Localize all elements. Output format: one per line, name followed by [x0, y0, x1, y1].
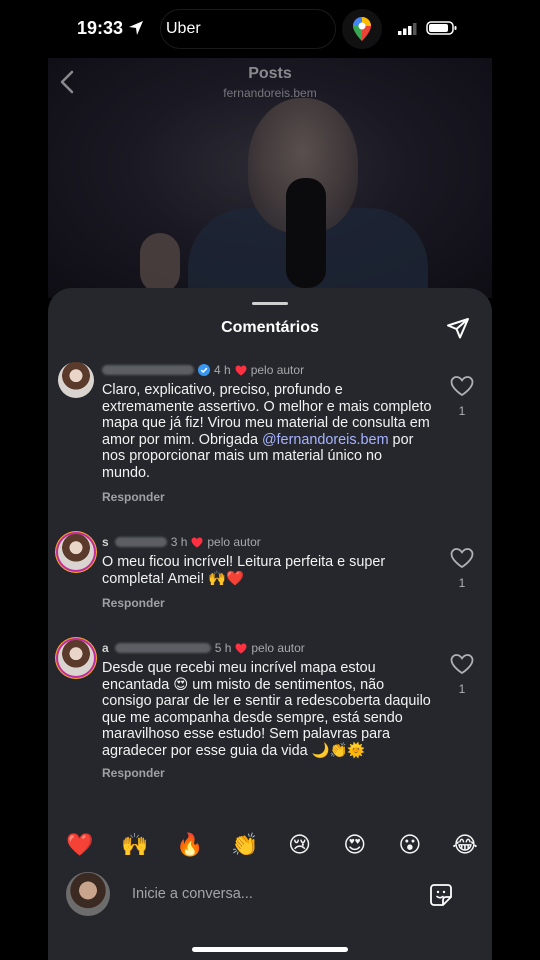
verified-badge-icon: [198, 364, 210, 376]
liked-by-author-label: pelo autor: [251, 641, 305, 655]
sticker-icon[interactable]: [429, 883, 453, 907]
reaction-raised-hands[interactable]: 🙌: [121, 832, 148, 858]
reaction-fire[interactable]: 🔥: [176, 832, 203, 858]
like-heart-icon[interactable]: [450, 548, 474, 568]
reply-button[interactable]: Responder: [102, 490, 165, 504]
comment-time: 3 h: [170, 535, 188, 549]
like-count: 1: [458, 404, 466, 418]
comment-meta: s 3 h pelo autor: [102, 534, 261, 550]
creator-heart-icon: [235, 643, 247, 653]
share-send-icon[interactable]: [446, 316, 470, 340]
reaction-heart-eyes[interactable]: 😍: [342, 832, 368, 858]
like-count: 1: [458, 682, 466, 696]
avatar[interactable]: [58, 362, 94, 398]
comment-composer: Inicie a conversa...: [48, 868, 492, 928]
reply-button[interactable]: Responder: [102, 766, 165, 780]
comment-input[interactable]: Inicie a conversa...: [132, 886, 253, 902]
comment-meta: 4 h pelo autor: [102, 362, 304, 378]
reply-button[interactable]: Responder: [102, 596, 165, 610]
avatar[interactable]: [58, 534, 94, 570]
battery-icon: [426, 21, 457, 35]
reaction-crying[interactable]: 😢: [287, 832, 313, 858]
sheet-grab-handle[interactable]: [252, 302, 288, 305]
avatar: [66, 872, 110, 916]
comment-text: Desde que recebi meu incrível mapa estou…: [102, 660, 431, 759]
status-time: 19:33: [77, 18, 124, 38]
quick-reactions-bar: ❤️ 🙌 🔥 👏 😢 😍 😮 😂: [48, 828, 492, 862]
blurred-username[interactable]: [102, 365, 194, 375]
comment-text: Claro, explicativo, preciso, profundo e …: [102, 382, 432, 481]
username-initial[interactable]: a: [102, 641, 109, 655]
cellular-signal-icon: [398, 23, 417, 35]
mention-link[interactable]: @fernandoreis.bem: [262, 432, 389, 448]
like-heart-icon[interactable]: [450, 654, 474, 674]
reaction-heart[interactable]: ❤️: [66, 832, 93, 858]
like-count: 1: [458, 576, 466, 590]
page-title: Posts: [248, 65, 292, 82]
sheet-title: Comentários: [221, 319, 319, 336]
username-initial[interactable]: s: [102, 535, 109, 549]
liked-by-author-label: pelo autor: [207, 535, 261, 549]
home-indicator[interactable]: [192, 947, 348, 952]
blurred-username[interactable]: [114, 643, 211, 653]
blurred-username[interactable]: [114, 537, 167, 547]
comment-meta: a 5 h pelo autor: [102, 640, 305, 656]
avatar[interactable]: [58, 640, 94, 676]
status-bar: 19:33 Uber: [0, 0, 540, 58]
comment-time: 5 h: [214, 641, 232, 655]
page-subtitle[interactable]: fernandoreis.bem: [0, 86, 540, 100]
creator-heart-icon: [235, 365, 247, 375]
liked-by-author-label: pelo autor: [250, 363, 305, 377]
island-app-label: Uber: [166, 20, 201, 37]
location-arrow-icon: [129, 21, 143, 35]
maps-icon[interactable]: [342, 9, 382, 49]
comments-sheet: Comentários 4 h pelo autor Claro, explic…: [48, 288, 492, 960]
reaction-laughing[interactable]: 😂: [452, 832, 478, 858]
like-heart-icon[interactable]: [450, 376, 474, 396]
creator-heart-icon: [191, 537, 203, 547]
reaction-clap[interactable]: 👏: [231, 832, 258, 858]
comment-time: 4 h: [214, 363, 231, 377]
reaction-surprised[interactable]: 😮: [397, 832, 423, 858]
comment-text: O meu ficou incrível! Leitura perfeita e…: [102, 554, 386, 587]
